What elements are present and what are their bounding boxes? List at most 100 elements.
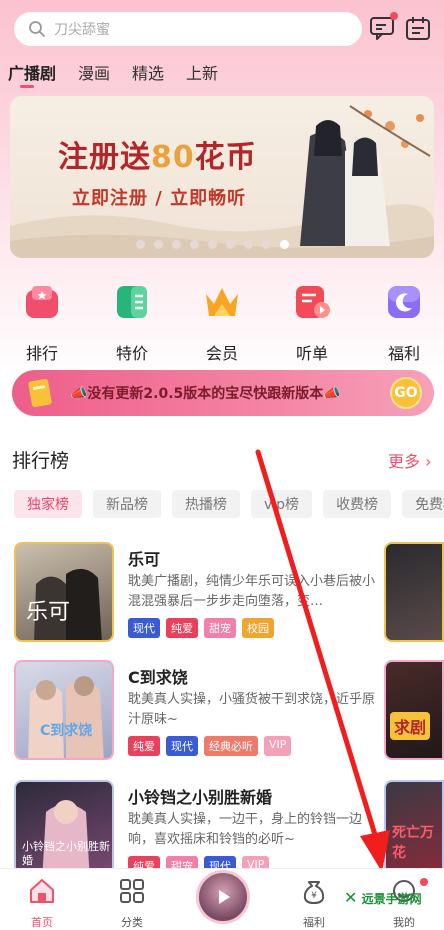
chip-vip[interactable]: vip榜 [251, 490, 313, 518]
notice-text: 📣没有更新2.0.5版本的宝尽快跟新版本📣 [70, 386, 341, 402]
tab-comics[interactable]: 漫画 [78, 60, 110, 84]
banner-title: 注册送80花币 [58, 132, 257, 176]
search-bar[interactable]: 刀尖舔蜜 [14, 12, 362, 46]
category-label: 会员 [205, 344, 238, 363]
banner-dot[interactable] [208, 240, 217, 249]
money-bag-icon: ¥ [303, 881, 325, 904]
more-label: 更多 [388, 452, 421, 471]
book-icon [117, 286, 147, 318]
cover-image: C到求饶 [14, 660, 114, 760]
banner-title-prefix: 注册送 [58, 140, 151, 175]
play-icon [219, 890, 230, 904]
item-tags: 纯爱 现代 经典必听 VIP [128, 736, 292, 756]
chip-free[interactable]: 免费榜 [402, 490, 444, 518]
item-description: 耽美广播剧，纯情少年乐可误入小巷后被小混混强暴后一步步走向堕落，变… [128, 574, 376, 609]
tag: 甜宠 [204, 618, 236, 638]
category-ranking[interactable]: 排行 [12, 282, 72, 364]
crown-icon [206, 288, 238, 316]
banner-title-suffix: 花币 [194, 140, 257, 175]
cover-illustration [34, 568, 102, 640]
side-cover[interactable] [384, 542, 444, 642]
item-description: 耽美真人实操，小骚货被干到求饶，近乎原汁原味~ [128, 692, 376, 727]
playlist-icon [296, 286, 330, 318]
banner-dot[interactable] [154, 240, 163, 249]
banner-dot[interactable] [226, 240, 235, 249]
category-membership[interactable]: 会员 [192, 282, 252, 364]
side-cover-title: 求剧 [390, 712, 431, 740]
search-icon [29, 21, 45, 37]
chip-hot[interactable]: 热播榜 [172, 490, 240, 518]
category-playlist[interactable]: 听单 [282, 282, 342, 364]
tag: 经典必听 [204, 736, 258, 756]
category-label: 听单 [295, 344, 328, 363]
category-label: 特价 [115, 344, 148, 363]
chevron-right-icon: › [425, 452, 432, 471]
banner-dot[interactable] [172, 240, 181, 249]
ranking-filter-chips: 独家榜 新品榜 热播榜 vip榜 收费榜 免费榜 [14, 490, 444, 518]
category-label: 排行 [25, 344, 58, 363]
nav-label: 首页 [31, 916, 53, 929]
svg-text:¥: ¥ [311, 891, 317, 901]
side-cover[interactable]: 死亡万花 [384, 780, 444, 880]
side-cover[interactable]: 求剧 [384, 660, 444, 760]
tag: 纯爱 [166, 618, 198, 638]
message-badge [390, 12, 398, 20]
nav-home[interactable]: 首页 [12, 876, 72, 930]
gift-moon-icon [388, 286, 420, 318]
list-item[interactable]: C到求饶 C到求饶 耽美真人实操，小骚货被干到求饶，近乎原汁原味~ 纯爱 现代 … [14, 660, 434, 762]
tab-featured[interactable]: 精选 [132, 60, 164, 84]
chip-paid[interactable]: 收费榜 [323, 490, 392, 518]
nav-categories[interactable]: 分类 [102, 876, 162, 930]
nav-label: 分类 [121, 916, 143, 929]
banner-dot[interactable] [262, 240, 271, 249]
banner-title-number: 80 [151, 140, 195, 175]
top-tabs: 广播剧 漫画 精选 上新 [8, 60, 240, 88]
profile-badge [420, 878, 428, 886]
cover-image: 乐可 [14, 542, 114, 642]
tab-new[interactable]: 上新 [186, 60, 218, 84]
category-label: 福利 [387, 344, 420, 363]
chip-exclusive[interactable]: 独家榜 [14, 490, 82, 518]
banner-illustration [10, 105, 434, 258]
banner-dot[interactable] [244, 240, 253, 249]
more-link[interactable]: 更多 › [388, 448, 432, 472]
banner-dot[interactable] [136, 240, 145, 249]
ranking-section-title: 排行榜 [12, 450, 70, 472]
category-welfare[interactable]: 福利 [374, 282, 434, 364]
chip-new[interactable]: 新品榜 [93, 490, 161, 518]
banner-pagination [136, 240, 289, 249]
update-notice-banner[interactable]: 📣没有更新2.0.5版本的宝尽快跟新版本📣 GO [12, 370, 434, 416]
cover-image: 小铃铛之小别胜新婚 [14, 780, 114, 880]
tab-broadcast-drama[interactable]: 广播剧 [8, 60, 56, 88]
cover-title: C到求饶 [40, 723, 93, 739]
calendar-icon[interactable] [404, 14, 432, 42]
now-playing-button[interactable] [196, 870, 250, 924]
tag: 现代 [166, 736, 198, 756]
banner-dot-active[interactable] [280, 240, 289, 249]
watermark: ✕ 远景手游网 [344, 888, 422, 907]
grid-icon [120, 879, 144, 903]
item-tags: 现代 纯爱 甜宠 校园 [128, 618, 274, 638]
item-title: 乐可 [128, 550, 161, 569]
item-title: 小铃铛之小别胜新婚 [128, 788, 273, 807]
cover-title: 乐可 [26, 600, 71, 625]
search-placeholder: 刀尖舔蜜 [54, 22, 110, 38]
banner-dot[interactable] [190, 240, 199, 249]
promo-banner[interactable]: 注册送80花币 立即注册 / 立即畅听 [10, 96, 434, 258]
category-special-price[interactable]: 特价 [102, 282, 162, 364]
cover-title: 小铃铛之小别胜新婚 [22, 840, 110, 867]
nav-welfare[interactable]: ¥ 福利 [284, 876, 344, 930]
list-item[interactable]: 小铃铛之小别胜新婚 小铃铛之小别胜新婚 耽美真人实操，一边干，身上的铃铛一边响，… [14, 780, 434, 882]
list-item[interactable]: 乐可 乐可 耽美广播剧，纯情少年乐可误入小巷后被小混混强暴后一步步走向堕落，变…… [14, 542, 434, 644]
go-button[interactable]: GO [390, 377, 422, 409]
item-title: C到求饶 [128, 668, 188, 687]
watermark-text: 远景手游网 [361, 892, 422, 906]
cover-illustration [28, 676, 104, 758]
tag: 纯爱 [128, 736, 160, 756]
banner-subtitle: 立即注册 / 立即畅听 [72, 188, 247, 209]
tag: VIP [264, 736, 292, 756]
nav-label: 我的 [393, 916, 415, 929]
item-description: 耽美真人实操，一边干，身上的铃铛一边响，喜欢摇床和铃铛的必听~ [128, 812, 363, 847]
coupon-icon [28, 378, 52, 408]
side-cover-title: 死亡万花 [392, 825, 434, 861]
